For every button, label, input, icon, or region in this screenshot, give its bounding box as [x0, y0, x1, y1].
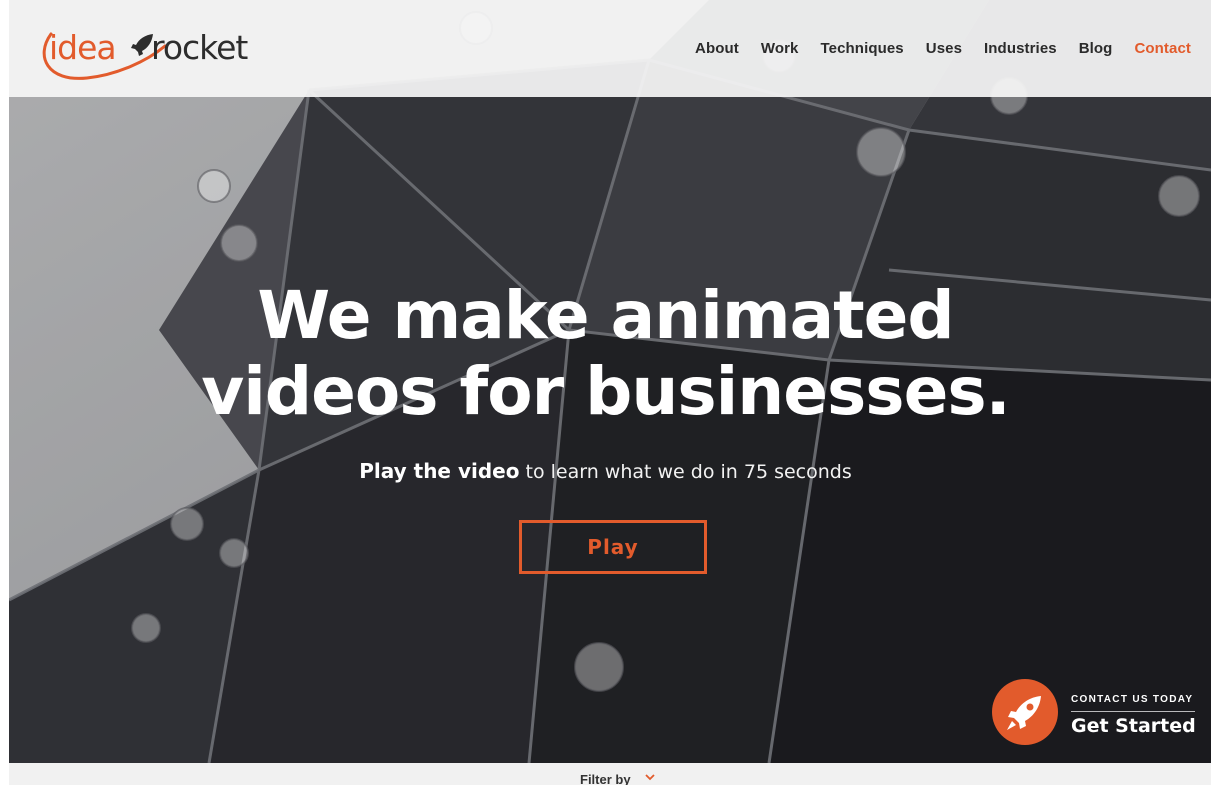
- nav-item-industries[interactable]: Industries: [984, 40, 1057, 57]
- cta-badge[interactable]: [992, 679, 1058, 745]
- rocket-icon: [1007, 696, 1041, 730]
- filter-bar: Filter by: [9, 763, 1211, 785]
- nav-item-contact[interactable]: Contact: [1134, 40, 1191, 57]
- main-nav: About Work Techniques Uses Industries Bl…: [673, 40, 1191, 57]
- page: idea rocket About Work Techniques Uses I…: [0, 0, 1211, 785]
- logo-text-rocket: rocket: [151, 28, 248, 67]
- hero-subline-rest: to learn what we do in 75 seconds: [519, 461, 852, 483]
- hero-headline: We make animated videos for businesses.: [0, 278, 1211, 430]
- filter-by-dropdown[interactable]: Filter by: [580, 772, 631, 785]
- nav-item-work[interactable]: Work: [761, 40, 799, 57]
- nav-item-blog[interactable]: Blog: [1079, 40, 1113, 57]
- cta-get-started-label[interactable]: Get Started: [1071, 715, 1196, 737]
- nav-item-uses[interactable]: Uses: [926, 40, 962, 57]
- cta-small-label: CONTACT US TODAY: [1071, 694, 1194, 705]
- cta-divider: [1071, 711, 1195, 712]
- get-started-cta[interactable]: CONTACT US TODAY Get Started: [992, 679, 1202, 749]
- chevron-down-icon[interactable]: [645, 773, 655, 781]
- nav-item-about[interactable]: About: [695, 40, 739, 57]
- hero-headline-line1: We make animated: [257, 277, 954, 354]
- play-button[interactable]: Play: [519, 520, 707, 574]
- hero-subline: Play the video to learn what we do in 75…: [0, 458, 1211, 485]
- idea-rocket-logo[interactable]: idea rocket: [37, 16, 267, 88]
- hero-subline-strong: Play the video: [359, 459, 520, 483]
- site-header: idea rocket About Work Techniques Uses I…: [9, 0, 1211, 97]
- hero-headline-line2: videos for businesses.: [201, 353, 1010, 430]
- logo-text-idea: idea: [49, 28, 117, 67]
- nav-item-techniques[interactable]: Techniques: [821, 40, 904, 57]
